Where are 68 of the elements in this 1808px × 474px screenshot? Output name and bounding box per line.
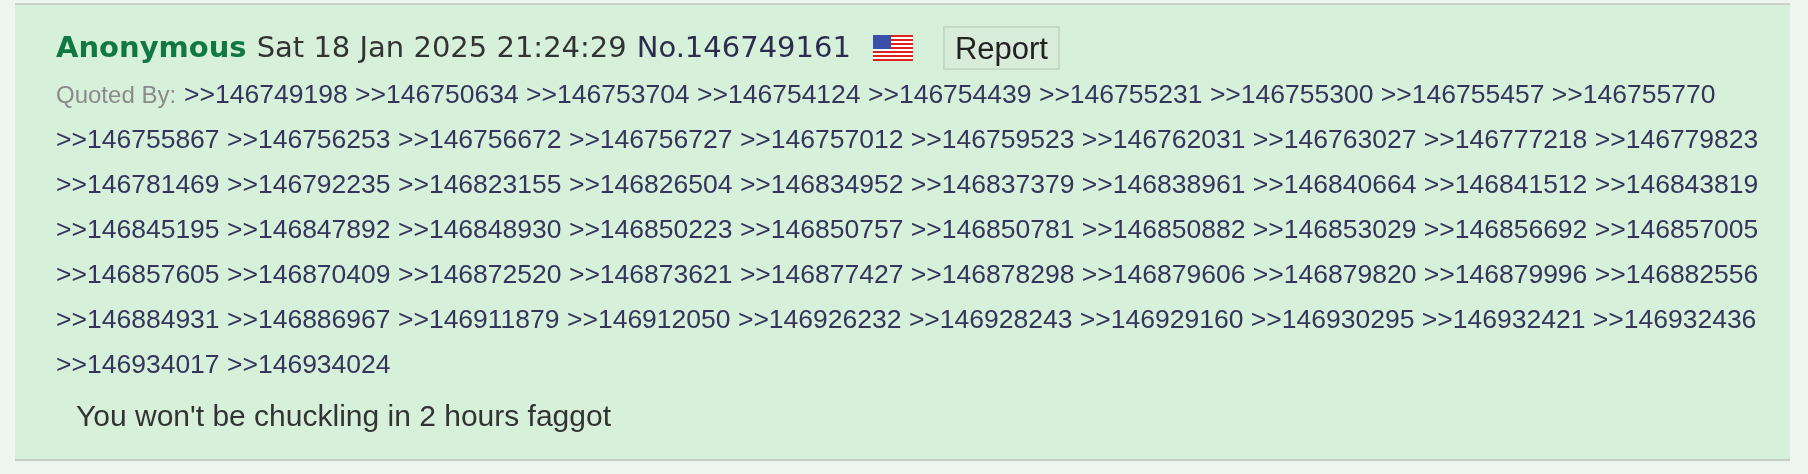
- flag-icon: [872, 35, 913, 61]
- quote-link[interactable]: >>146757012: [739, 124, 904, 154]
- quote-link[interactable]: >>146749198: [184, 79, 348, 109]
- quote-link[interactable]: >>146781469: [56, 169, 220, 199]
- quote-link[interactable]: >>146932421: [1421, 304, 1586, 334]
- post-number[interactable]: No.146749161: [636, 26, 851, 70]
- quote-link[interactable]: >>146912050: [566, 304, 731, 334]
- quote-link[interactable]: >>146843819: [1594, 169, 1759, 199]
- quote-link[interactable]: >>146850757: [739, 214, 904, 244]
- quote-link[interactable]: >>146877427: [739, 259, 904, 289]
- quoted-by-label: Quoted By:: [56, 81, 177, 108]
- quote-link[interactable]: >>146873621: [568, 259, 733, 289]
- quote-link[interactable]: >>146755457: [1380, 79, 1545, 109]
- quote-link[interactable]: >>146826504: [568, 169, 733, 199]
- quote-link[interactable]: >>146911879: [397, 304, 560, 334]
- quote-link[interactable]: >>146837379: [910, 169, 1075, 199]
- quote-link[interactable]: >>146930295: [1250, 304, 1415, 334]
- quote-link[interactable]: >>146929160: [1079, 304, 1244, 334]
- quote-link[interactable]: >>146928243: [908, 304, 1073, 334]
- quote-link[interactable]: >>146754124: [697, 79, 861, 109]
- post-datetime: Sat 18 Jan 2025 21:24:29: [256, 29, 627, 67]
- quote-link[interactable]: >>146856692: [1423, 214, 1588, 244]
- quote-link[interactable]: >>146756672: [397, 124, 562, 154]
- quote-link[interactable]: >>146879996: [1423, 259, 1588, 289]
- quote-link[interactable]: >>146755300: [1209, 79, 1374, 109]
- quote-link[interactable]: >>146879606: [1081, 259, 1246, 289]
- quote-link[interactable]: >>146762031: [1081, 124, 1246, 154]
- quote-link[interactable]: >>146853029: [1252, 214, 1417, 244]
- quote-link[interactable]: >>146848930: [397, 214, 562, 244]
- quote-link[interactable]: >>146850781: [910, 214, 1075, 244]
- quote-link[interactable]: >>146834952: [739, 169, 904, 199]
- quote-link[interactable]: >>146763027: [1252, 124, 1417, 154]
- quote-link[interactable]: >>146750634: [355, 79, 519, 109]
- quote-link[interactable]: >>146755770: [1551, 79, 1716, 109]
- quote-link[interactable]: >>146878298: [910, 259, 1075, 289]
- quote-link[interactable]: >>146857005: [1594, 214, 1759, 244]
- quote-link[interactable]: >>146838961: [1081, 169, 1246, 199]
- quote-link[interactable]: >>146882556: [1594, 259, 1759, 289]
- report-button[interactable]: Report: [942, 26, 1060, 70]
- quote-link[interactable]: >>146755867: [56, 124, 220, 154]
- quote-link[interactable]: >>146823155: [397, 169, 562, 199]
- quote-link[interactable]: >>146870409: [226, 259, 391, 289]
- quote-link[interactable]: >>146840664: [1252, 169, 1417, 199]
- poster-name: Anonymous: [56, 29, 247, 67]
- quote-link[interactable]: >>146845195: [56, 214, 220, 244]
- quote-link[interactable]: >>146759523: [910, 124, 1075, 154]
- quote-link[interactable]: >>146754439: [867, 79, 1032, 109]
- quote-link[interactable]: >>146934024: [226, 349, 391, 379]
- quote-link[interactable]: >>146850223: [568, 214, 733, 244]
- quote-link[interactable]: >>146932436: [1592, 304, 1757, 334]
- quote-link[interactable]: >>146756727: [568, 124, 733, 154]
- post-message: You won't be chuckling in 2 hours faggot: [76, 398, 612, 434]
- quote-link[interactable]: >>146756253: [226, 124, 391, 154]
- quote-link[interactable]: >>146841512: [1423, 169, 1588, 199]
- quote-link[interactable]: >>146779823: [1594, 124, 1759, 154]
- quote-link[interactable]: >>146872520: [397, 259, 562, 289]
- quote-link[interactable]: >>146755231: [1038, 79, 1203, 109]
- quote-link[interactable]: >>146792235: [226, 169, 391, 199]
- quote-link[interactable]: >>146884931: [56, 304, 220, 334]
- quote-link[interactable]: >>146847892: [226, 214, 391, 244]
- quote-link[interactable]: >>146753704: [526, 79, 690, 109]
- quote-link[interactable]: >>146850882: [1081, 214, 1246, 244]
- quote-link[interactable]: >>146857605: [56, 259, 220, 289]
- quote-link[interactable]: >>146879820: [1252, 259, 1417, 289]
- quote-link[interactable]: >>146886967: [226, 304, 391, 334]
- quote-link[interactable]: >>146926232: [737, 304, 902, 334]
- quote-link[interactable]: >>146777218: [1423, 124, 1588, 154]
- quote-link[interactable]: >>146934017: [56, 349, 220, 379]
